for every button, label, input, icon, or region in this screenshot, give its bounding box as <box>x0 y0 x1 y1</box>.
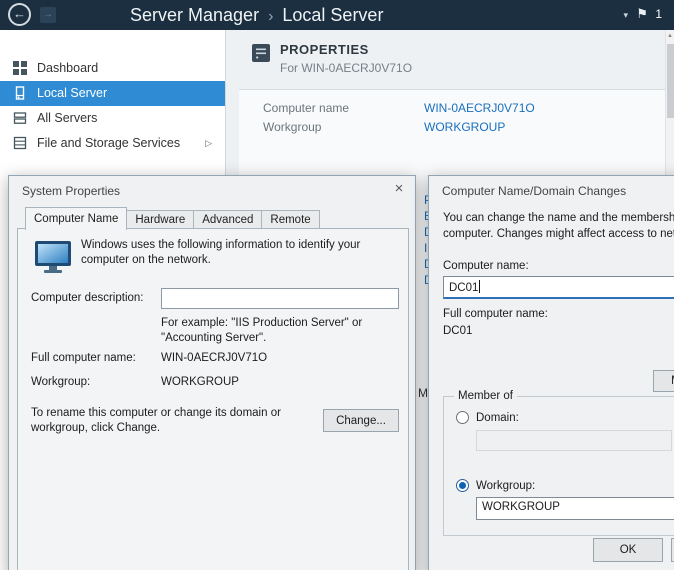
full-computer-name-label: Full computer name: <box>31 352 136 364</box>
titlebar: ← → Server Manager › Local Server ▾ ⚑ 1 <box>0 0 674 30</box>
domain-radio-label[interactable]: Domain: <box>476 412 519 424</box>
back-button[interactable]: ← <box>8 3 31 26</box>
sidebar-item-label: File and Storage Services <box>37 136 180 150</box>
tab-hardware[interactable]: Hardware <box>126 210 194 229</box>
sidebar-item-label: Dashboard <box>37 61 98 75</box>
computer-description-input[interactable] <box>161 288 399 309</box>
server-icon <box>13 86 27 100</box>
chevron-down-icon[interactable]: ▾ <box>623 10 628 21</box>
member-of-group: Member of Domain: Workgroup: WORKGROUP <box>443 396 674 536</box>
sidebar-item-file-storage-services[interactable]: File and Storage Services ▷ <box>0 131 225 156</box>
properties-title: PROPERTIES <box>280 42 369 57</box>
sidebar-item-dashboard[interactable]: Dashboard <box>0 56 225 81</box>
workgroup-input[interactable]: WORKGROUP <box>476 497 674 520</box>
computer-name-input[interactable]: DC01 <box>443 276 674 299</box>
full-computer-name-value: WIN-0AECRJ0V71O <box>161 352 267 364</box>
computer-name-value: DC01 <box>449 282 478 294</box>
workgroup-value: WORKGROUP <box>482 501 560 513</box>
notification-count[interactable]: 1 <box>655 7 662 21</box>
description-example-text: For example: "IIS Production Server" or … <box>161 316 393 346</box>
sidebar-item-label: Local Server <box>37 86 107 100</box>
workgroup-radio-label[interactable]: Workgroup: <box>476 480 535 492</box>
scrollbar-thumb[interactable] <box>667 44 674 118</box>
breadcrumb-page-title: Local Server <box>282 5 383 25</box>
tab-computer-name[interactable]: Computer Name <box>25 207 127 230</box>
system-properties-dialog: System Properties × Computer Name Hardwa… <box>8 175 416 570</box>
text-cursor <box>479 280 480 293</box>
clipped-text-fragment: M <box>418 386 428 400</box>
back-arrow-icon: ← <box>13 6 26 21</box>
sidebar-item-all-servers[interactable]: All Servers <box>0 106 225 131</box>
domain-radio[interactable] <box>456 411 469 424</box>
close-icon[interactable]: × <box>383 176 415 202</box>
forward-button: → <box>40 7 56 23</box>
rename-hint-text: To rename this computer or change its do… <box>31 406 301 436</box>
storage-icon <box>13 136 27 150</box>
computer-name-domain-changes-dialog: Computer Name/Domain Changes You can cha… <box>428 175 674 570</box>
property-label: Workgroup <box>263 120 321 134</box>
domain-input <box>476 430 672 451</box>
change-button[interactable]: Change... <box>323 409 399 432</box>
notification-flag-icon[interactable]: ⚑ <box>636 6 648 22</box>
breadcrumb: Server Manager › Local Server <box>130 0 383 30</box>
servers-icon <box>13 111 27 125</box>
intro-text: Windows uses the following information t… <box>81 238 411 268</box>
computer-name-label: Computer name: <box>443 260 529 272</box>
tab-advanced[interactable]: Advanced <box>193 210 262 229</box>
dialog-intro-line: computer. Changes might affect access to… <box>443 228 674 240</box>
sidebar-item-local-server[interactable]: Local Server <box>0 81 225 106</box>
ok-button[interactable]: OK <box>593 538 663 562</box>
scroll-up-icon[interactable]: ▲ <box>667 33 673 39</box>
workgroup-radio[interactable] <box>456 479 469 492</box>
screen: ← → Server Manager › Local Server ▾ ⚑ 1 Da… <box>0 0 674 570</box>
properties-subtitle: For WIN-0AECRJ0V71O <box>280 61 412 75</box>
breadcrumb-separator-icon: › <box>268 8 273 25</box>
full-computer-name-label: Full computer name: <box>443 308 548 320</box>
breadcrumb-app-title[interactable]: Server Manager <box>130 5 259 25</box>
computer-description-label: Computer description: <box>31 292 144 304</box>
member-of-label: Member of <box>454 390 517 402</box>
dialog-intro-line: You can change the name and the membersh… <box>443 212 674 224</box>
dialog-title[interactable]: Computer Name/Domain Changes <box>442 184 626 198</box>
tab-remote[interactable]: Remote <box>261 210 319 229</box>
property-value-link[interactable]: WIN-0AECRJ0V71O <box>424 101 535 115</box>
sidebar-item-label: All Servers <box>37 111 97 125</box>
tab-page <box>17 228 409 570</box>
property-value-link[interactable]: WORKGROUP <box>424 120 505 134</box>
property-label: Computer name <box>263 101 349 115</box>
dialog-title[interactable]: System Properties <box>22 184 120 198</box>
expand-right-icon[interactable]: ▷ <box>205 131 212 156</box>
forward-arrow-icon: → <box>43 9 53 20</box>
workgroup-label: Workgroup: <box>31 376 90 388</box>
more-button[interactable]: More... <box>653 370 674 392</box>
workgroup-value: WORKGROUP <box>161 376 239 388</box>
tab-strip: Computer Name Hardware Advanced Remote <box>25 206 319 229</box>
properties-tile-icon <box>252 44 270 62</box>
full-computer-name-value: DC01 <box>443 325 472 337</box>
computer-monitor-icon <box>33 240 73 274</box>
dashboard-icon <box>13 61 27 75</box>
